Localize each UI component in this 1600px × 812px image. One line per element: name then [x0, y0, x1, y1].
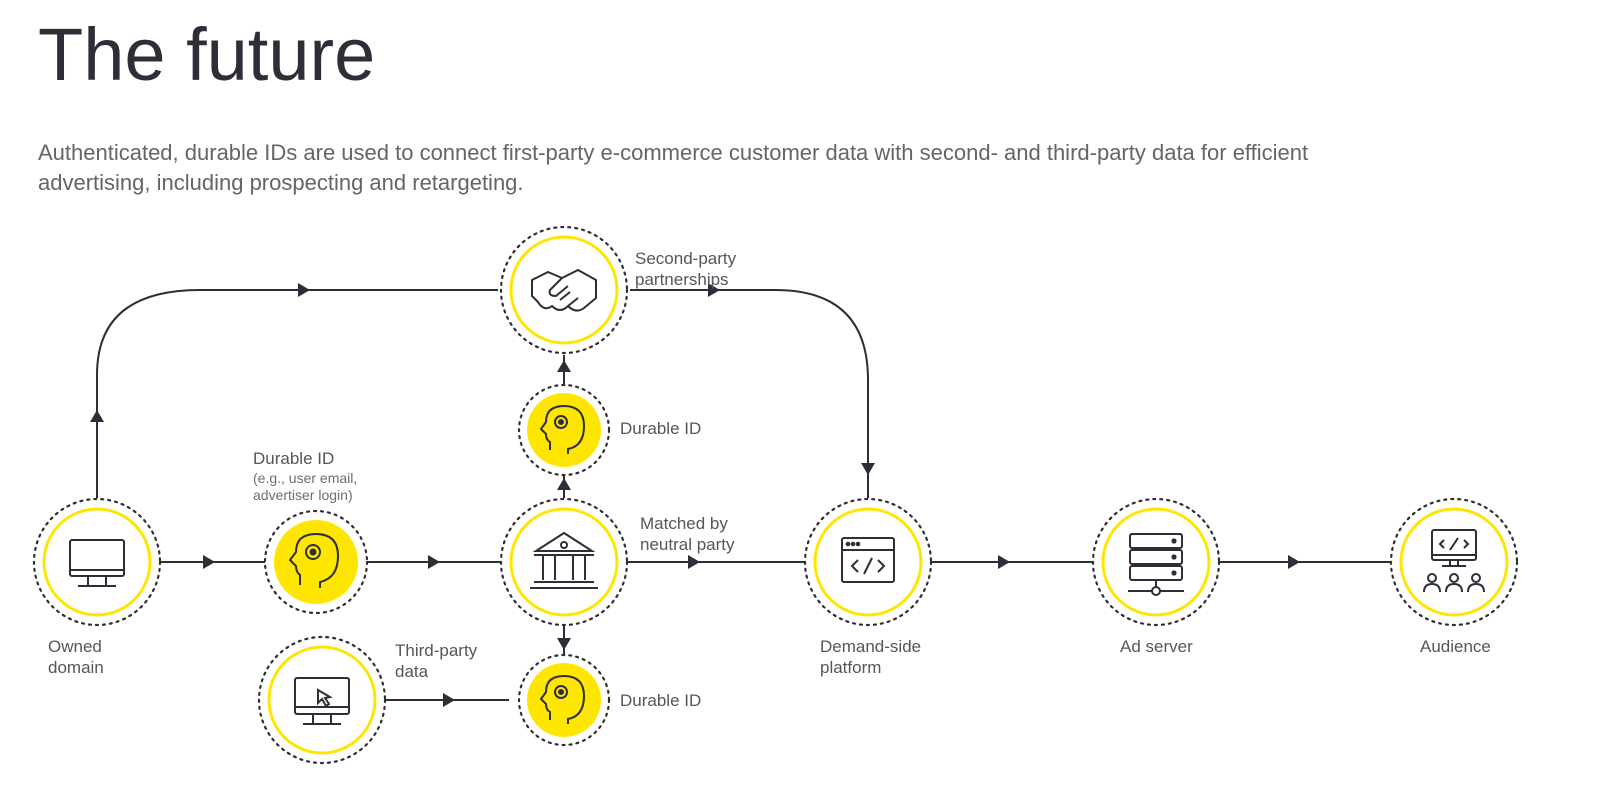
node-ad-server	[1093, 499, 1219, 625]
label-durable-id-sub: (e.g., user email, advertiser login)	[253, 470, 357, 504]
node-audience	[1391, 499, 1517, 625]
node-second-party	[501, 227, 627, 353]
diagram-page: The future Authenticated, durable IDs ar…	[0, 0, 1600, 812]
node-durable-id-upper	[519, 385, 609, 475]
label-audience: Audience	[1420, 636, 1491, 657]
label-owned-domain: Owned domain	[48, 636, 104, 678]
node-durable-id-main	[265, 511, 367, 613]
label-ad-server: Ad server	[1120, 636, 1193, 657]
label-dsp: Demand-side platform	[820, 636, 921, 678]
node-dsp	[805, 499, 931, 625]
label-matched-neutral: Matched by neutral party	[640, 513, 735, 555]
label-durable-id-main: Durable ID	[253, 448, 334, 469]
node-matched-neutral	[501, 499, 627, 625]
label-third-party-data: Third-party data	[395, 640, 477, 682]
node-third-party-data	[259, 637, 385, 763]
node-owned-domain	[34, 499, 160, 625]
label-second-party: Second-party partnerships	[635, 248, 736, 290]
node-durable-id-lower	[519, 655, 609, 745]
label-durable-id-lower: Durable ID	[620, 690, 701, 711]
label-durable-id-upper: Durable ID	[620, 418, 701, 439]
flow-diagram	[0, 0, 1600, 812]
